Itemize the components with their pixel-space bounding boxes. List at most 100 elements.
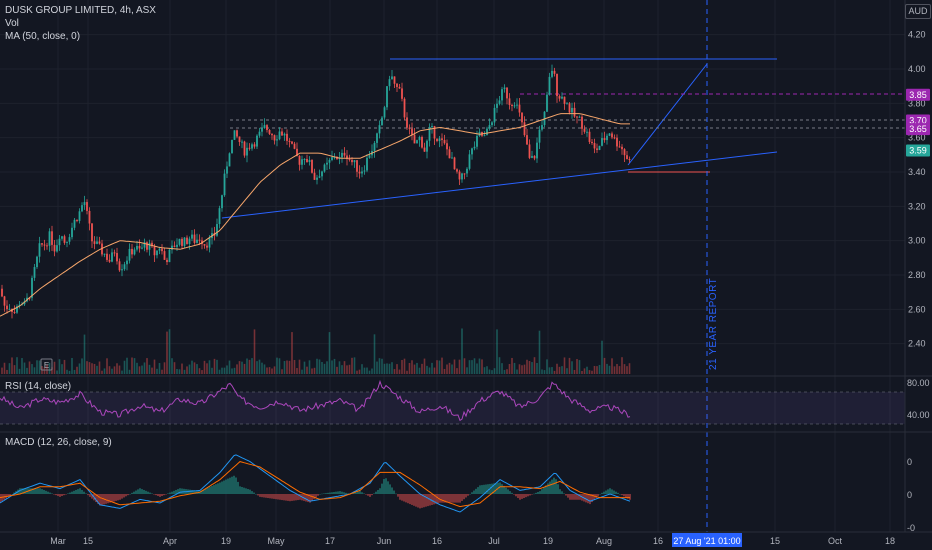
macd-hist-bar [533,493,535,495]
price-tick: 2.80 [908,270,926,280]
volume-bar [426,365,428,374]
ma-label[interactable]: MA (50, close, 0) [5,30,156,43]
candle [258,127,261,138]
candle [561,92,563,100]
time-tick: Aug [596,536,612,546]
volume-bar [71,357,73,374]
projection-line[interactable] [627,63,708,166]
macd-hist-bar [417,494,419,508]
volume-bar [338,361,341,374]
macd-hist-bar [457,494,459,503]
candle [166,257,168,266]
volume-bar [496,329,498,374]
volume-bar [191,360,193,374]
macd-hist-bar [285,494,287,501]
candle [441,133,443,147]
candle [531,150,533,159]
volume-bar [173,362,176,374]
macd-hist-bar [505,487,507,494]
volume-bar [241,361,243,374]
volume-bar [313,367,316,374]
macd-hist-bar [111,494,113,503]
macd-hist-bar [469,494,471,495]
macd-hist-bar [261,494,263,498]
candle [356,160,358,178]
volume-bar [318,359,321,374]
macd-hist-bar [259,494,261,497]
macd-hist-bar [295,494,297,501]
macd-hist-bar [465,494,467,498]
volume-label[interactable]: Vol [5,17,156,30]
candle [443,134,446,145]
price-chart[interactable]: 4.204.003.803.603.403.203.002.802.602.40… [0,0,932,550]
candle [391,70,393,80]
macd-legend[interactable]: MACD (12, 26, close, 9) [5,436,116,449]
volume-bar [358,369,361,374]
candle [496,98,498,113]
volume-bar [466,367,468,374]
candle [556,73,558,103]
volume-bar [606,363,608,374]
candle [301,155,303,170]
candle [116,247,118,265]
volume-bar [371,368,373,374]
candle [463,173,466,180]
volume-bar [448,362,451,374]
volume-bar [438,360,441,374]
candle [243,140,246,158]
volume-bar [153,359,156,374]
macd-hist-bar [71,491,73,494]
candle [111,248,113,263]
price-tick: 2.40 [908,339,926,349]
candle [268,128,271,136]
macd-hist-bar [567,494,569,498]
macd-hist-bar [157,494,159,497]
macd-hist-bar [101,494,103,505]
macd-hist-bar [39,488,41,494]
macd-hist-bar [169,492,171,494]
rsi-legend[interactable]: RSI (14, close) [5,380,75,393]
macd-hist-bar [249,489,251,494]
volume-bar [231,368,233,374]
candle [196,233,198,244]
volume-bar [21,358,23,374]
volume-bar [283,361,286,374]
candle [126,256,128,271]
macd-hist-bar [267,494,269,499]
symbol-title[interactable]: DUSK GROUP LIMITED, 4h, ASX [5,4,156,17]
macd-hist-bar [475,488,477,494]
macd-hist-bar [365,494,367,495]
volume-bar [411,360,413,374]
volume-bar [281,369,283,374]
volume-bar [378,358,381,374]
volume-bar [308,360,311,374]
candle [43,239,46,251]
price-tick: 3.20 [908,201,926,211]
currency-badge[interactable]: AUD [905,4,931,19]
macd-hist-bar [395,493,397,495]
macd-hist-bar [337,491,339,494]
macd-hist-bar [11,494,13,495]
candle [293,141,296,150]
volume-bar [138,366,141,374]
candle [503,84,506,93]
macd-hist-bar [263,494,265,498]
macd-hist-bar [213,485,215,494]
candle [238,136,241,146]
macd-hist-bar [131,492,133,494]
macd-hist-bar [537,491,539,494]
candle [133,247,136,256]
macd-hist-bar [397,494,399,497]
support-trendline[interactable] [221,151,778,219]
candle [81,202,83,213]
macd-hist-bar [79,488,81,494]
macd-hist-bar [77,489,79,494]
macd-hist-bar [53,494,55,495]
candle [423,142,426,152]
candle [308,156,311,166]
volume-bar [566,368,568,374]
volume-bar [158,363,161,374]
macd-hist-bar [605,490,607,494]
volume-bar [166,331,168,374]
candle [381,115,383,126]
